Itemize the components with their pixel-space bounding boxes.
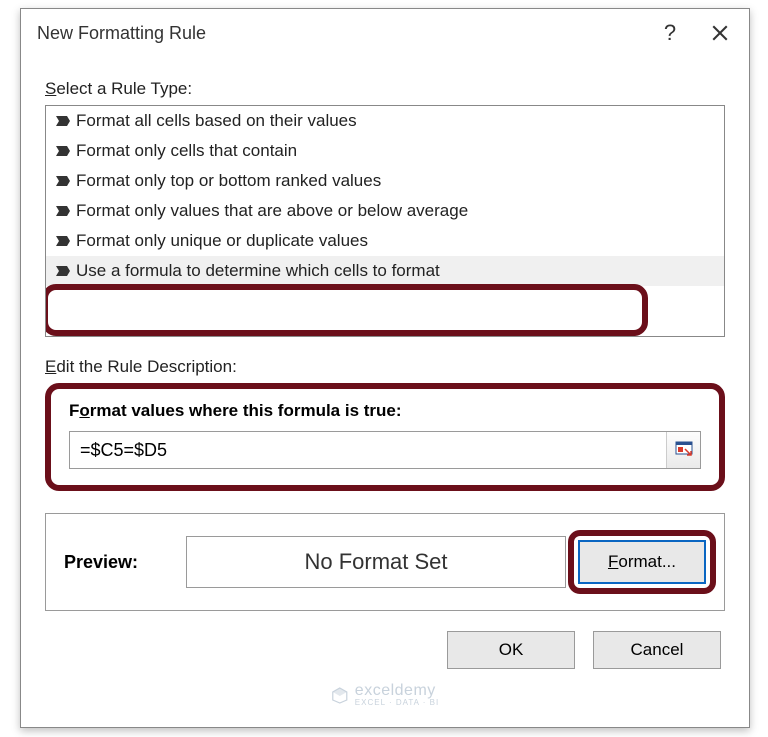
rule-arrow-icon [56, 116, 76, 126]
rule-arrow-icon [56, 146, 76, 156]
rule-type-item[interactable]: Format only cells that contain [46, 136, 724, 166]
rule-arrow-icon [56, 266, 76, 276]
dialog-title: New Formatting Rule [37, 23, 645, 44]
highlight-selected-rule [45, 284, 648, 336]
new-formatting-rule-dialog: New Formatting Rule ? Select a Rule Type… [20, 8, 750, 728]
formula-label: Format values where this formula is true… [69, 401, 701, 421]
rule-type-item[interactable]: Format only unique or duplicate values [46, 226, 724, 256]
preview-group: Preview: No Format Set Format... [45, 513, 725, 611]
formula-input-row [69, 431, 701, 469]
ok-button[interactable]: OK [447, 631, 575, 669]
dialog-body: Select a Rule Type: Format all cells bas… [21, 57, 749, 685]
format-button[interactable]: Format... [578, 540, 706, 584]
edit-rule-description: Edit the Rule Description: Format values… [45, 357, 725, 611]
formula-input[interactable] [70, 432, 666, 468]
rule-type-item[interactable]: Format only values that are above or bel… [46, 196, 724, 226]
rule-type-list[interactable]: Format all cells based on their values F… [45, 105, 725, 337]
close-button[interactable] [695, 14, 745, 52]
cancel-button[interactable]: Cancel [593, 631, 721, 669]
preview-label: Preview: [64, 552, 174, 573]
titlebar: New Formatting Rule ? [21, 9, 749, 57]
format-button-wrap: Format... [578, 540, 706, 584]
edit-rule-label: Edit the Rule Description: [45, 357, 725, 377]
dialog-footer: OK Cancel [45, 631, 725, 669]
rule-type-item-selected[interactable]: Use a formula to determine which cells t… [46, 256, 724, 286]
rule-arrow-icon [56, 236, 76, 246]
help-button[interactable]: ? [645, 14, 695, 52]
preview-box: No Format Set [186, 536, 566, 588]
range-selector-icon [675, 441, 693, 459]
rule-arrow-icon [56, 176, 76, 186]
range-selector-button[interactable] [666, 432, 700, 468]
formula-group: Format values where this formula is true… [45, 383, 725, 491]
rule-type-item[interactable]: Format only top or bottom ranked values [46, 166, 724, 196]
rule-arrow-icon [56, 206, 76, 216]
rule-type-item[interactable]: Format all cells based on their values [46, 106, 724, 136]
select-rule-type-label: Select a Rule Type: [45, 79, 725, 99]
close-icon [711, 24, 729, 42]
watermark: exceldemy EXCEL · DATA · BI [331, 682, 439, 707]
watermark-icon [331, 686, 349, 704]
